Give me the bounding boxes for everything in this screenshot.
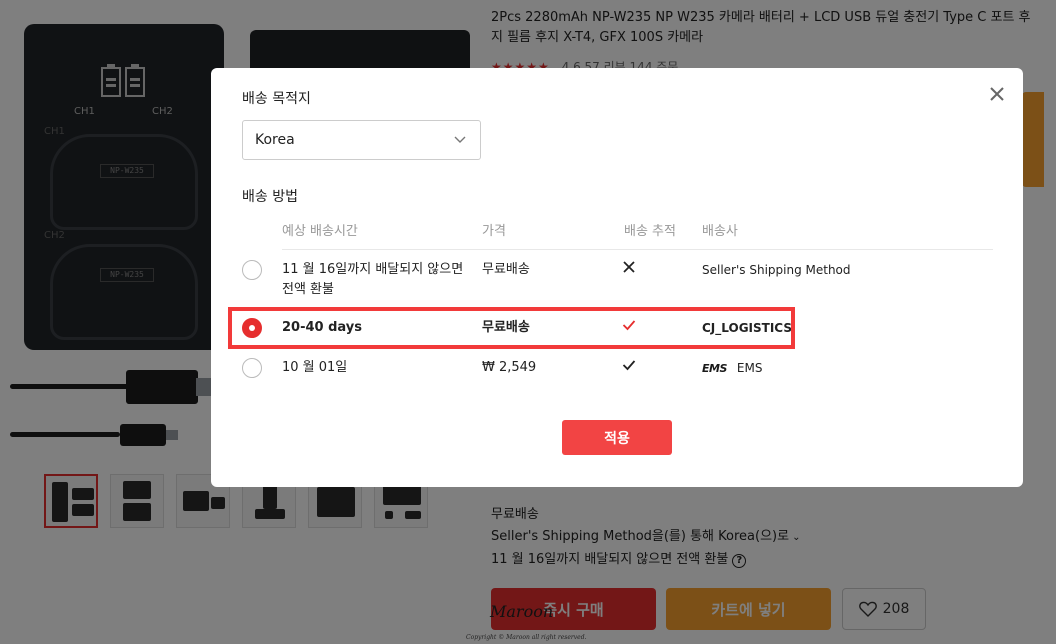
destination-value: Korea <box>255 132 295 148</box>
option-carrier-ems: EMS EMS <box>702 358 762 379</box>
chevron-down-icon <box>454 136 466 143</box>
option-time: 11 월 16일까지 배달되지 않으면 전액 환불 <box>282 262 464 297</box>
tracking-check-icon <box>622 358 636 379</box>
option-radio[interactable] <box>242 358 262 378</box>
option-radio[interactable] <box>242 260 262 280</box>
option-carrier: EMS <box>736 361 763 375</box>
col-tracking: 배송 추적 <box>624 224 676 239</box>
destination-heading: 배송 목적지 <box>242 91 311 107</box>
option-price: ₩ 2,549 <box>482 360 537 375</box>
close-icon[interactable] <box>987 84 1007 104</box>
shipping-method-heading: 배송 방법 <box>242 189 298 205</box>
destination-select[interactable]: Korea <box>242 120 481 160</box>
table-header: 예상 배송시간 가격 배송 추적 배송사 <box>282 216 993 250</box>
selected-option-highlight <box>228 307 795 349</box>
apply-button[interactable]: 적용 <box>562 420 672 455</box>
shipping-modal: 배송 목적지 Korea 배송 방법 예상 배송시간 가격 배송 추적 배송사 … <box>211 68 1023 487</box>
ems-logo: EMS <box>702 362 727 375</box>
col-price: 가격 <box>482 224 506 239</box>
col-carrier: 배송사 <box>702 224 738 239</box>
col-delivery-time: 예상 배송시간 <box>282 224 358 239</box>
option-carrier: Seller's Shipping Method <box>702 263 851 277</box>
shipping-options-table: 예상 배송시간 가격 배송 추적 배송사 11 월 16일까지 배달되지 않으면… <box>242 216 993 378</box>
option-price: 무료배송 <box>482 262 530 277</box>
shipping-option-row[interactable]: 10 월 01일 ₩ 2,549 EMS EMS <box>242 358 993 388</box>
option-time: 10 월 01일 <box>282 360 348 375</box>
tracking-x-icon <box>622 260 636 281</box>
shipping-option-row[interactable]: 11 월 16일까지 배달되지 않으면 전액 환불 무료배송 Seller's … <box>242 260 993 308</box>
